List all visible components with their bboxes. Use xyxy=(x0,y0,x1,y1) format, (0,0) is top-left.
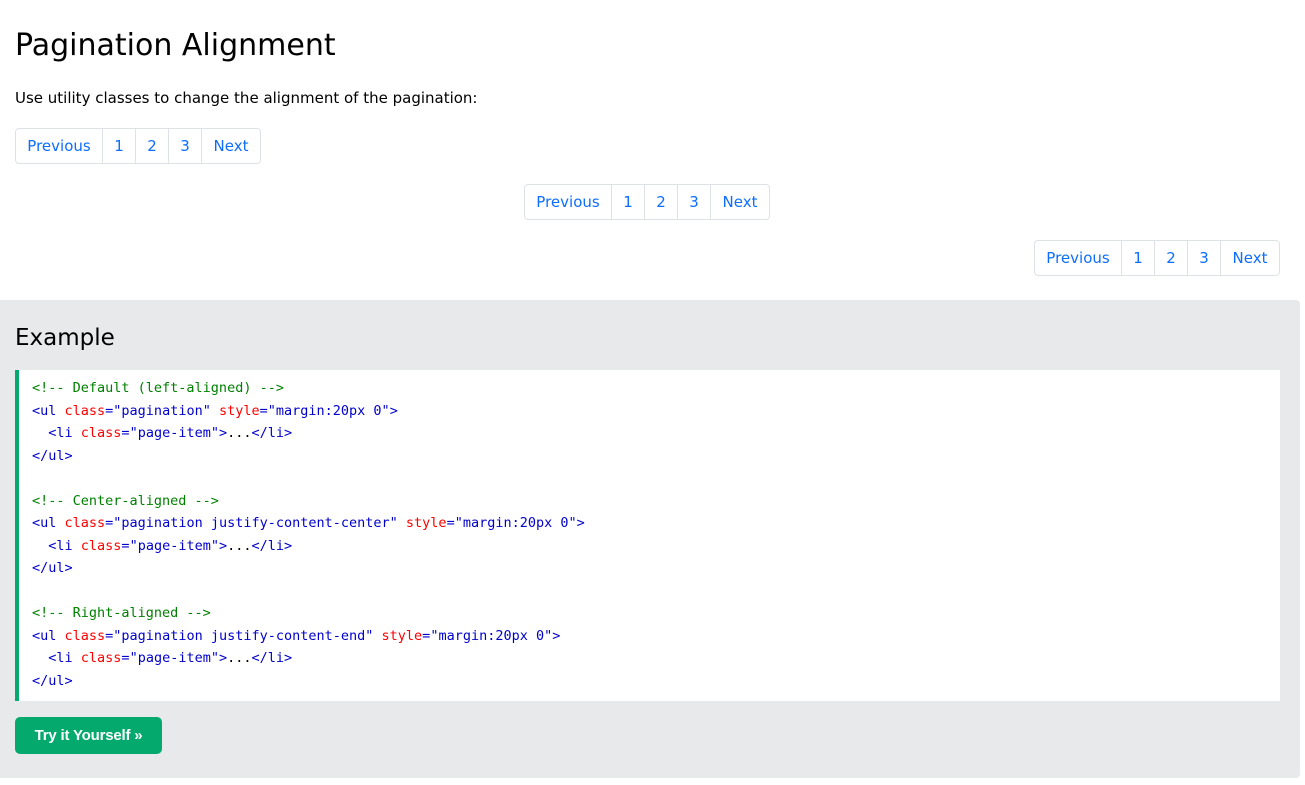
code-token-attr: class xyxy=(64,402,106,419)
code-line: <!-- Right-aligned --> xyxy=(32,602,1280,625)
code-token-tag: = xyxy=(259,402,268,419)
code-token-val: "margin:20px 0" xyxy=(430,627,553,644)
code-token-tag: <li xyxy=(48,537,81,554)
page-link-3[interactable]: 3 xyxy=(677,184,711,220)
code-token-tag: </li> xyxy=(251,650,293,666)
page-link-3[interactable]: 3 xyxy=(1187,240,1221,276)
code-token-text: ... xyxy=(227,650,252,666)
page-link-previous[interactable]: Previous xyxy=(15,128,103,164)
code-line: </ul> xyxy=(32,445,1280,468)
code-token-val: "page-item" xyxy=(129,650,219,666)
code-token-attr: style xyxy=(218,402,260,419)
code-token-tag: <ul xyxy=(32,515,65,531)
code-token-tag xyxy=(398,515,406,531)
code-token-val: "margin:20px 0" xyxy=(454,515,577,531)
page-link-1[interactable]: 1 xyxy=(611,184,645,220)
code-token-tag: > xyxy=(218,425,228,441)
code-line: <li class="page-item">...</li> xyxy=(32,422,1280,445)
code-token-attr: class xyxy=(80,425,122,441)
code-token-tag xyxy=(211,403,219,419)
try-it-yourself-button[interactable]: Try it Yourself » xyxy=(15,717,162,754)
page-link-next[interactable]: Next xyxy=(1220,240,1280,276)
code-token-tag: > xyxy=(552,627,561,644)
code-token-attr: class xyxy=(80,650,122,666)
code-token-attr: class xyxy=(64,627,106,644)
code-line: <ul class="pagination justify-content-en… xyxy=(32,625,1280,648)
page-link-next[interactable]: Next xyxy=(710,184,770,220)
code-token-comment: <!-- Right-aligned --> xyxy=(32,605,211,621)
code-line: <!-- Center-aligned --> xyxy=(32,490,1280,513)
code-token-attr: style xyxy=(381,627,423,644)
page-title: Pagination Alignment xyxy=(15,28,336,63)
code-token-val: "page-item" xyxy=(129,425,219,441)
code-token-val: "pagination justify-content-end" xyxy=(113,627,374,644)
code-token-val: "page-item" xyxy=(129,537,219,554)
code-token-tag: = xyxy=(121,650,130,666)
code-line: <!-- Default (left-aligned) --> xyxy=(32,377,1280,400)
page-link-next[interactable]: Next xyxy=(201,128,261,164)
code-token-text: ... xyxy=(227,425,252,441)
code-token-tag: <ul xyxy=(32,627,65,644)
page-link-2[interactable]: 2 xyxy=(1154,240,1188,276)
page-link-previous[interactable]: Previous xyxy=(524,184,612,220)
code-token-text: ... xyxy=(227,537,252,554)
intro-text: Use utility classes to change the alignm… xyxy=(15,89,478,107)
code-token-tag: = xyxy=(121,425,130,441)
code-token-val: "margin:20px 0" xyxy=(267,402,390,419)
page-link-1[interactable]: 1 xyxy=(102,128,136,164)
page-link-3[interactable]: 3 xyxy=(168,128,202,164)
code-token-attr: class xyxy=(80,537,122,554)
example-panel: Example <!-- Default (left-aligned) --> <… xyxy=(0,300,1300,778)
code-token-tag: </li> xyxy=(251,537,293,554)
code-token-val: "pagination justify-content-center" xyxy=(113,515,398,531)
code-token-tag: </li> xyxy=(251,425,293,441)
code-token-tag xyxy=(373,628,381,644)
pagination-left: Previous 1 2 3 Next xyxy=(15,128,261,164)
code-token-attr: class xyxy=(64,515,106,531)
code-token-tag: > xyxy=(389,402,398,419)
code-token-comment: <!-- Default (left-aligned) --> xyxy=(32,380,284,396)
code-line: <li class="page-item">...</li> xyxy=(32,647,1280,670)
code-token-val: "pagination" xyxy=(113,402,211,419)
code-token-tag: <li xyxy=(48,425,81,441)
code-block: <!-- Default (left-aligned) --> <ul class… xyxy=(15,370,1280,701)
page-link-previous[interactable]: Previous xyxy=(1034,240,1122,276)
code-token-comment: <!-- Center-aligned --> xyxy=(32,492,219,509)
code-token-tag: > xyxy=(576,515,585,531)
code-token-attr: style xyxy=(405,515,447,531)
example-title: Example xyxy=(15,325,115,351)
code-token-tag: </ul> xyxy=(32,560,73,576)
code-line: </ul> xyxy=(32,670,1280,693)
code-token-tag: > xyxy=(218,650,228,666)
code-token-tag: </ul> xyxy=(32,672,73,689)
code-token-tag: </ul> xyxy=(32,447,73,464)
page-link-2[interactable]: 2 xyxy=(644,184,678,220)
page-link-1[interactable]: 1 xyxy=(1121,240,1155,276)
code-line: </ul> xyxy=(32,557,1280,580)
code-token-tag: > xyxy=(218,537,228,554)
pagination-right: Previous 1 2 3 Next xyxy=(1034,240,1280,276)
code-token-tag: <ul xyxy=(32,402,65,419)
code-token-tag: = xyxy=(446,515,455,531)
code-line: <ul class = "pagination justify-content-ce… xyxy=(32,512,1280,535)
code-token-tag: = xyxy=(121,537,130,554)
code-token-tag: <li xyxy=(48,650,81,666)
pagination-center: Previous 1 2 3 Next xyxy=(524,184,770,220)
code-line: <ul class="pagination" style="margin:20p… xyxy=(32,400,1280,423)
page-link-2[interactable]: 2 xyxy=(135,128,169,164)
code-line: <li class="page-item">...</li> xyxy=(32,535,1280,558)
